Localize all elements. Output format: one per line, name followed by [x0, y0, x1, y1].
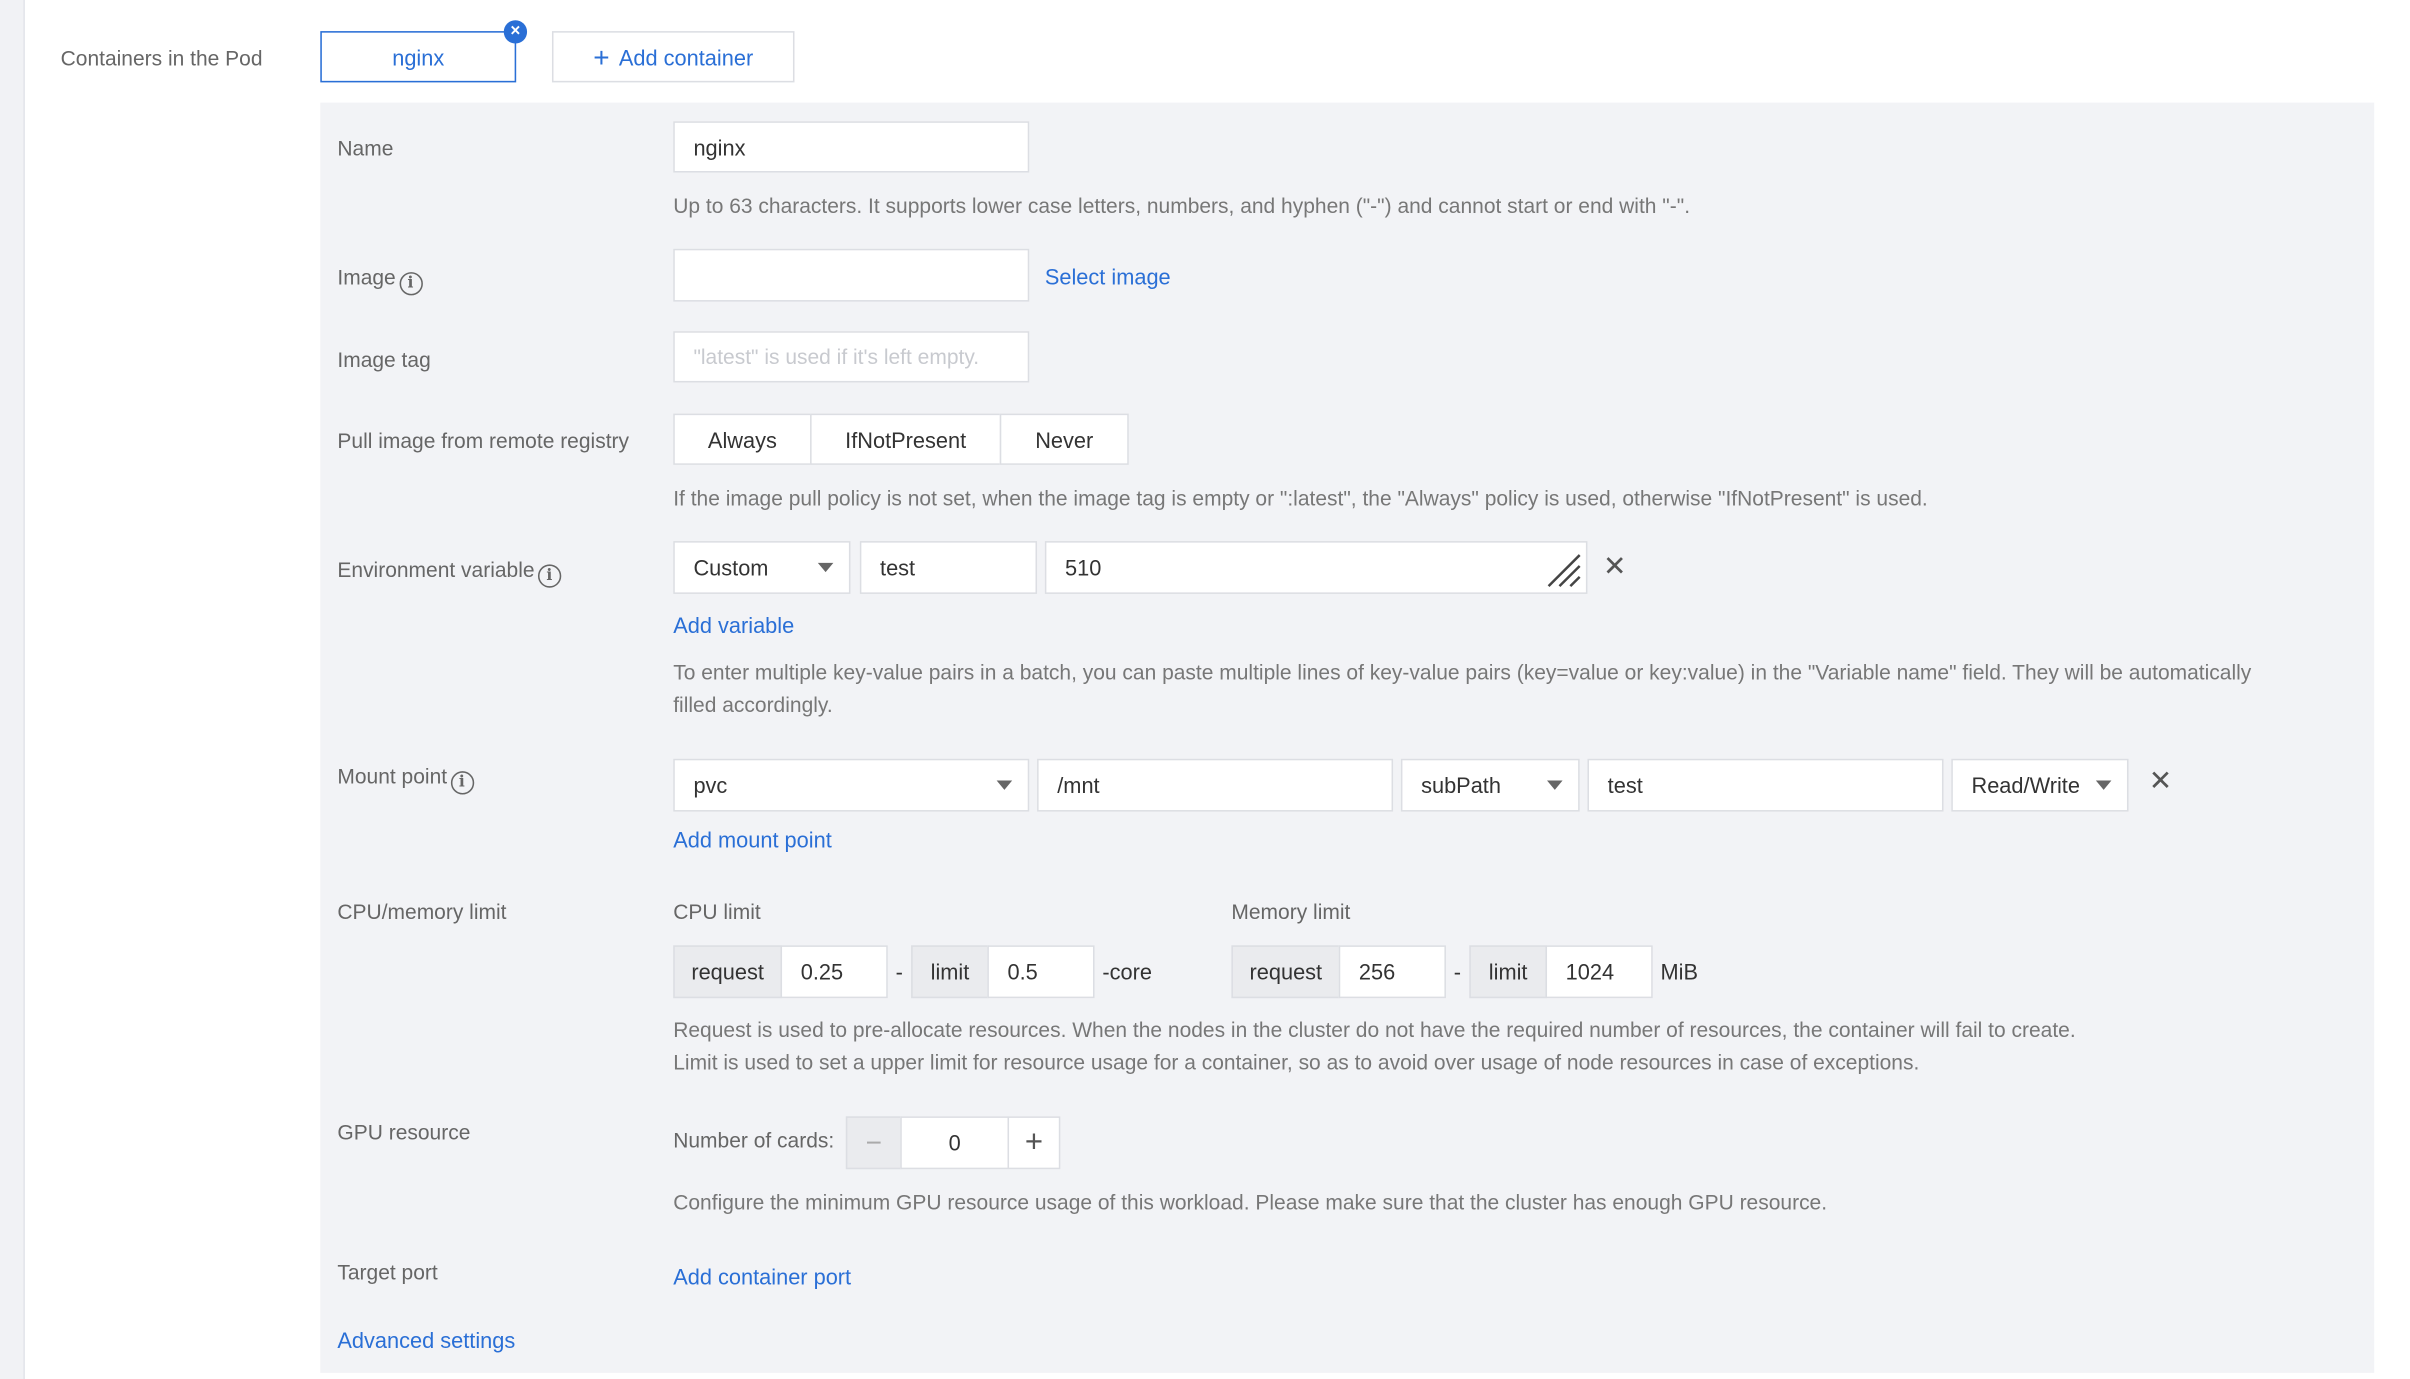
env-label-text: Environment variable: [337, 558, 535, 582]
image-label-text: Image: [337, 265, 396, 290]
add-container-port-link[interactable]: Add container port: [673, 1264, 851, 1289]
gpu-label: GPU resource: [337, 1121, 471, 1145]
gpu-help: Configure the minimum GPU resource usage…: [673, 1190, 1828, 1215]
cpu-limit-title: CPU limit: [673, 900, 761, 924]
cpu-mem-label: CPU/memory limit: [337, 900, 507, 924]
subpath-type-select[interactable]: subPath: [1400, 758, 1580, 812]
close-tab-icon[interactable]: ×: [503, 20, 528, 44]
image-input[interactable]: [673, 248, 1030, 302]
gpu-increment-button[interactable]: +: [1007, 1116, 1061, 1170]
advanced-settings-link[interactable]: Advanced settings: [337, 1328, 515, 1353]
mount-mode-value: Read/Write: [1971, 772, 2080, 798]
image-label: Image i: [337, 265, 423, 296]
env-help-line2: filled accordingly.: [673, 693, 833, 717]
gpu-cards-input[interactable]: 0: [900, 1116, 1010, 1170]
cpu-dash: -: [895, 959, 903, 985]
env-key-input[interactable]: test: [859, 541, 1038, 594]
tab-nginx-label: nginx: [392, 44, 445, 70]
tab-nginx[interactable]: nginx ×: [320, 20, 528, 83]
subpath-type-value: subPath: [1421, 772, 1501, 798]
image-tag-input[interactable]: "latest" is used if it's left empty.: [673, 331, 1030, 383]
resize-handle-icon[interactable]: [1545, 552, 1582, 589]
memory-request-input[interactable]: 256: [1338, 945, 1446, 999]
mount-path-input[interactable]: /mnt: [1037, 758, 1394, 812]
env-help-line1: To enter multiple key-value pairs in a b…: [673, 660, 2252, 685]
memory-limit-input[interactable]: 1024: [1545, 945, 1653, 999]
mount-label-text: Mount point: [337, 764, 448, 789]
info-icon[interactable]: i: [450, 771, 474, 795]
cpu-limit-input[interactable]: 0.5: [987, 945, 1095, 999]
add-container-button[interactable]: + Add container: [551, 31, 795, 83]
containers-label: Containers in the Pod: [60, 46, 263, 70]
cpu-mem-help-line1: Request is used to pre-allocate resource…: [673, 1018, 2076, 1042]
plus-icon: +: [593, 41, 610, 73]
remove-mount-icon[interactable]: ✕: [2149, 765, 2172, 798]
chevron-down-icon: [1547, 780, 1563, 790]
info-icon[interactable]: i: [398, 272, 423, 296]
mount-mode-select[interactable]: Read/Write: [1951, 758, 2129, 812]
pull-ifnotpresent-option[interactable]: IfNotPresent: [810, 413, 1002, 465]
chevron-down-icon: [2095, 780, 2112, 790]
env-type-select[interactable]: Custom: [673, 541, 851, 594]
name-input[interactable]: nginx: [673, 121, 1030, 173]
volume-value: pvc: [693, 772, 728, 798]
memory-dash: -: [1453, 959, 1462, 985]
cpu-mem-help: Request is used to pre-allocate resource…: [673, 1014, 2075, 1079]
pull-policy-label: Pull image from remote registry: [337, 429, 630, 453]
cpu-mem-help-line2: Limit is used to set a upper limit for r…: [673, 1051, 1920, 1075]
container-config-panel: [320, 102, 2375, 1373]
volume-select[interactable]: pvc: [673, 758, 1030, 812]
memory-limit-title: Memory limit: [1231, 900, 1351, 924]
image-tag-label: Image tag: [337, 348, 431, 372]
add-mount-point-link[interactable]: Add mount point: [673, 827, 832, 852]
pull-always-option[interactable]: Always: [673, 413, 812, 465]
cpu-request-addon: request: [673, 945, 783, 999]
name-label: Name: [337, 136, 394, 161]
env-value-input[interactable]: 510: [1044, 541, 1588, 594]
memory-unit: MiB: [1660, 959, 1699, 985]
left-edge: [0, 0, 25, 1379]
remove-env-icon[interactable]: ✕: [1603, 550, 1626, 583]
add-variable-link[interactable]: Add variable: [673, 613, 794, 638]
memory-request-addon: request: [1231, 945, 1341, 999]
chevron-down-icon: [996, 780, 1013, 790]
cpu-unit: -core: [1102, 959, 1152, 985]
pull-never-option[interactable]: Never: [999, 413, 1129, 465]
env-type-value: Custom: [693, 555, 769, 580]
name-help: Up to 63 characters. It supports lower c…: [673, 194, 1691, 218]
memory-limit-addon: limit: [1469, 945, 1548, 999]
select-image-link[interactable]: Select image: [1045, 264, 1171, 289]
gpu-decrement-button[interactable]: −: [845, 1116, 902, 1170]
info-icon[interactable]: i: [537, 564, 562, 588]
add-container-label: Add container: [618, 44, 754, 70]
target-port-label: Target port: [337, 1260, 438, 1285]
mount-label: Mount point i: [337, 764, 474, 795]
chevron-down-icon: [817, 562, 834, 573]
env-help: To enter multiple key-value pairs in a b…: [673, 656, 2251, 721]
gpu-cards-label: Number of cards:: [673, 1128, 835, 1153]
pull-policy-help: If the image pull policy is not set, whe…: [673, 486, 1928, 510]
env-value-text: 510: [1065, 555, 1102, 580]
env-label: Environment variable i: [337, 558, 562, 588]
cpu-request-input[interactable]: 0.25: [780, 945, 888, 999]
subpath-input[interactable]: test: [1587, 758, 1944, 812]
cpu-limit-addon: limit: [911, 945, 989, 999]
